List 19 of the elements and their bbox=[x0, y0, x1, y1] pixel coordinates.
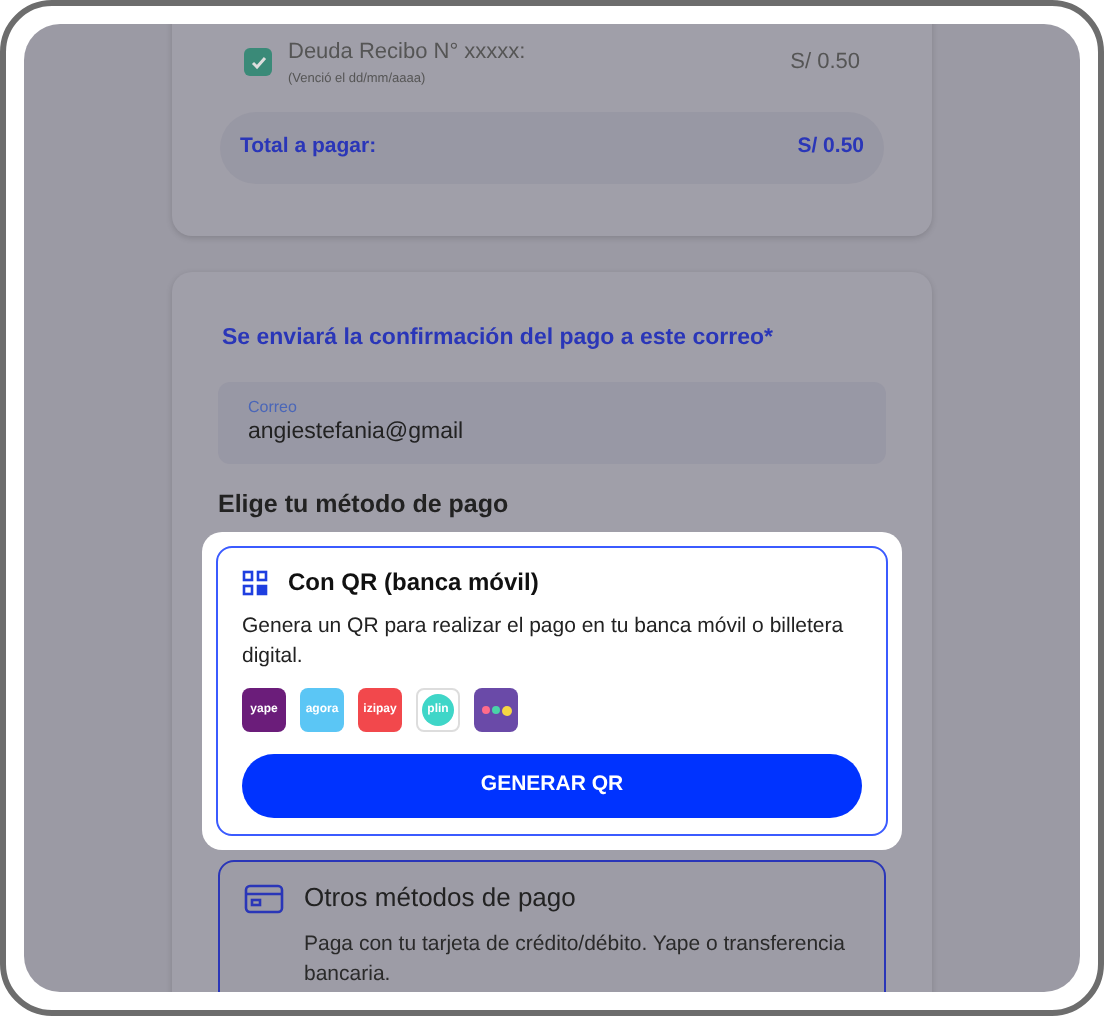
method-title: Otros métodos de pago bbox=[304, 880, 576, 917]
field-label: Correo bbox=[248, 398, 299, 418]
qr-code-icon bbox=[242, 569, 268, 596]
credit-card-icon bbox=[244, 883, 284, 913]
method-description: Genera un QR para realizar el pago en tu banca móvil o billetera digital. bbox=[242, 612, 846, 673]
total-label: Total a pagar: bbox=[240, 132, 377, 163]
email-field[interactable]: Correo angiestefania@gmail bbox=[218, 381, 886, 463]
total-amount: S/ 0.50 bbox=[797, 132, 864, 163]
method-heading: Elige tu método de pago bbox=[218, 487, 511, 522]
payment-method-card[interactable]: Otros métodos de pago Paga con tu tarjeta de crédito/débito. Yape o transferencia bancaria. bbox=[218, 860, 886, 992]
generate-qr-button[interactable]: GENERAR QR bbox=[242, 754, 862, 819]
debt-amount: S/ 0.50 bbox=[790, 47, 860, 78]
debt-title: Deuda Recibo N° xxxxx: bbox=[288, 38, 528, 68]
email-notice: Se enviará la confirmación del pago a este correo* bbox=[220, 324, 775, 355]
check-icon bbox=[249, 53, 267, 72]
checkbox[interactable] bbox=[244, 48, 272, 77]
field-value: angiestefania@gmail bbox=[248, 418, 466, 446]
method-description: Paga con tu tarjeta de crédito/débito. Yape o transferencia bancaria. bbox=[304, 929, 847, 990]
method-title: Con QR (banca móvil) bbox=[288, 566, 539, 601]
